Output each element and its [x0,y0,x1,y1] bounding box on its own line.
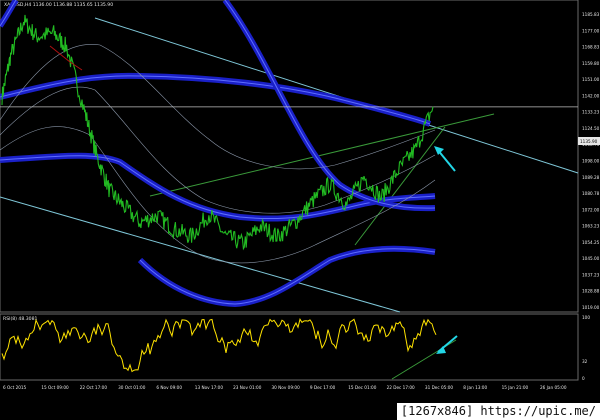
price-axis-label: 1151.00 [582,77,600,82]
rsi-scale-top: 100 [582,315,590,320]
time-axis-label: 30 Oct 01:00 [118,385,146,390]
time-axis-label: 6 Oct 2015 [3,385,27,390]
trading-chart-window: XAUUSD,H4 1136.00 1136.88 1135.65 1135.9… [0,0,600,420]
rsi-label: RSI(8) 48.3081 [3,316,38,322]
price-axis-label: 1177.00 [582,28,600,33]
time-axis-label: 26 Jan 05:00 [540,385,567,390]
price-axis-label: 1028.88 [582,289,600,294]
rsi-scale-bottom: 0 [582,376,585,381]
time-axis-label: 31 Dec 05:00 [425,385,453,390]
time-axis-label: 30 Nov 09:00 [272,385,301,390]
price-axis-label: 1142.00 [582,93,600,98]
time-axis-label: 22 Oct 17:00 [80,385,108,390]
time-axis-label: 9 Dec 17:00 [310,385,336,390]
symbol-header: XAUUSD,H4 1136.00 1136.88 1135.65 1135.9… [4,2,113,8]
price-axis-label: 1133.23 [582,110,600,115]
chart-canvas[interactable]: XAUUSD,H4 1136.00 1136.88 1135.65 1135.9… [0,0,600,420]
price-axis-label: 1089.28 [582,175,600,180]
price-axis: 1185.83 1177.00 1168.83 1159.80 1151.00 1142.… [582,12,600,310]
price-axis-label: 1019.00 [582,305,600,310]
time-axis-label: 6 Nov 09:00 [156,385,182,390]
watermark-badge: [1267x846] https://upic.me/ [396,403,600,420]
price-axis-label: 1168.83 [582,45,600,50]
price-axis-label: 1063.23 [582,224,600,229]
rsi-scale: 100 32 0 [582,315,590,381]
price-axis-label: 1124.50 [582,126,600,131]
price-axis-label: 1098.00 [582,159,600,164]
time-axis-label: 13 Nov 17:00 [195,385,224,390]
time-axis-label: 15 Dec 01:00 [348,385,376,390]
price-axis-label: 1080.78 [582,191,600,196]
price-axis-label: 1045.00 [582,256,600,261]
time-axis-label: 15 Jan 21:00 [502,385,529,390]
time-axis-label: 23 Nov 01:00 [233,385,262,390]
price-axis-label: 1054.25 [582,240,600,245]
time-axis: 6 Oct 2015 15 Oct 09:00 22 Oct 17:00 30 Oct… [3,385,567,390]
price-axis-label: 1072.00 [582,207,600,212]
price-axis-label: 1159.80 [582,61,600,66]
time-axis-label: 22 Dec 17:00 [387,385,415,390]
rsi-pane [0,313,579,381]
time-axis-label: 15 Oct 09:00 [41,385,69,390]
rsi-scale-mid: 32 [582,359,588,364]
time-axis-label: 8 Jan 13:00 [463,385,487,390]
current-price-tag: 1135.90 [580,139,598,144]
price-axis-label: 1037.23 [582,272,600,277]
price-axis-label: 1185.83 [582,12,600,17]
